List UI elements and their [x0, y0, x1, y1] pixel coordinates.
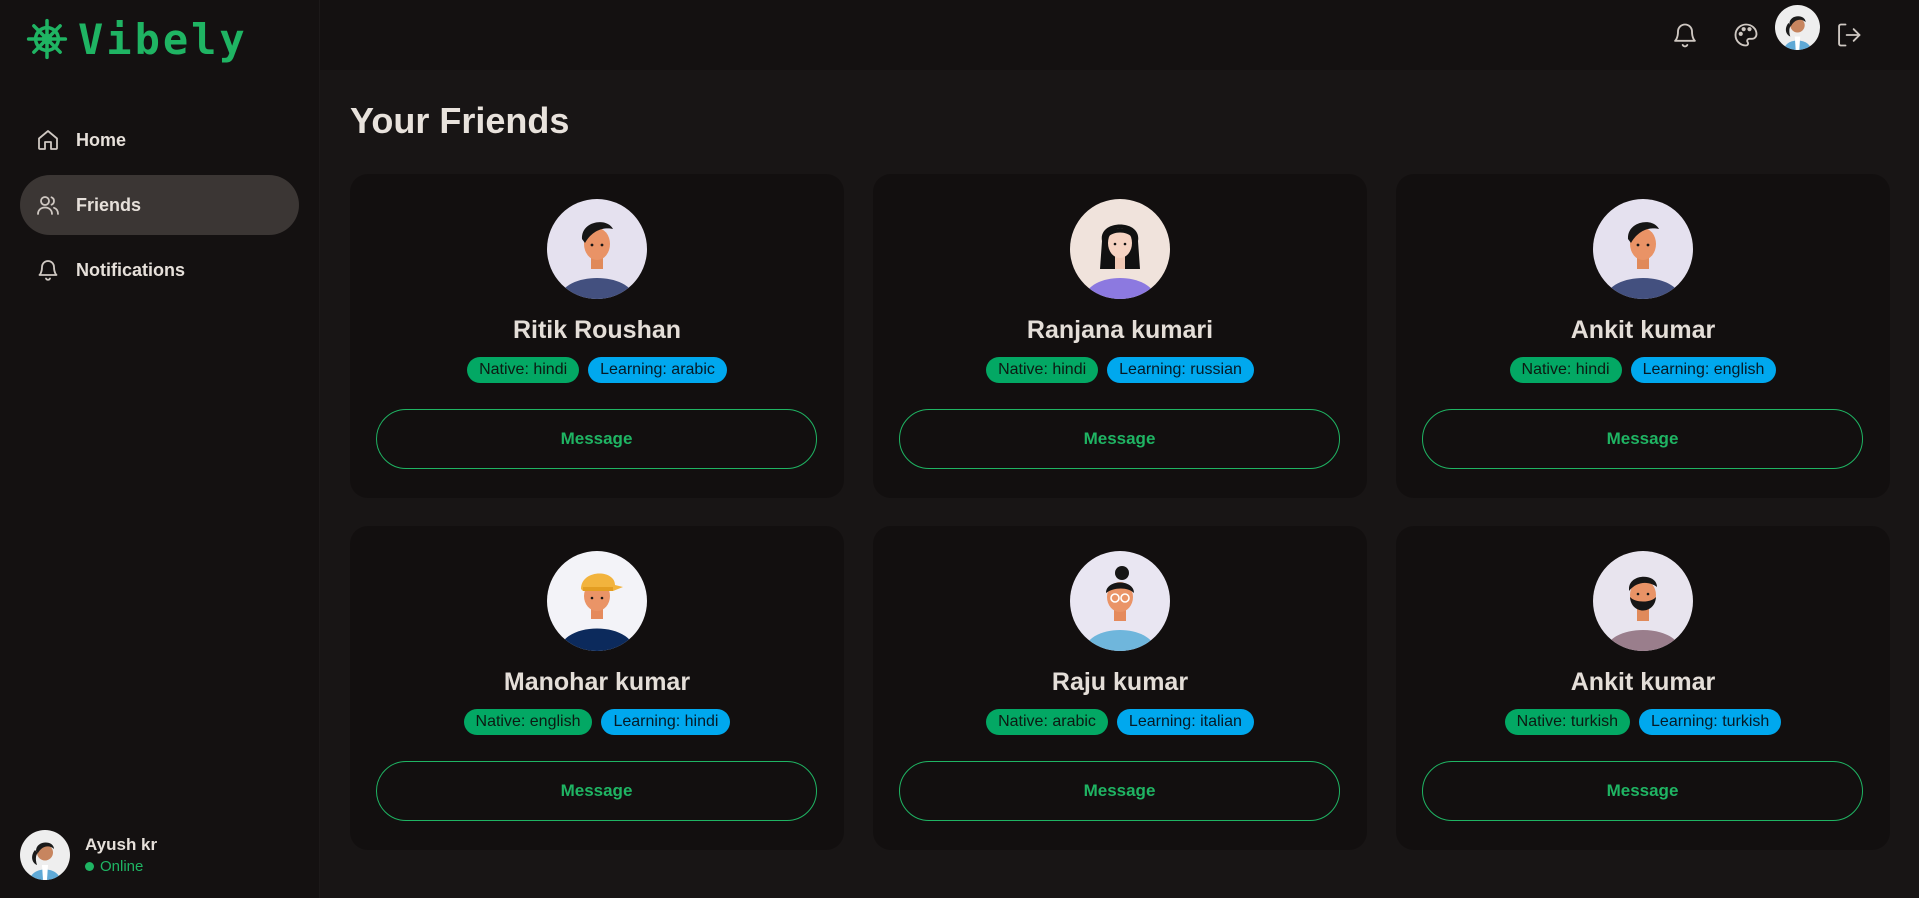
learning-language-badge: Learning: italian	[1116, 709, 1254, 735]
native-language-badge: Native: hindi	[467, 357, 580, 383]
sidebar-item-label: Home	[76, 129, 127, 150]
avatar	[1070, 199, 1170, 299]
user-name: Ayush kr	[85, 835, 158, 854]
learning-language-badge: Learning: russian	[1107, 357, 1254, 383]
native-language-badge: Native: english	[463, 709, 593, 735]
message-button[interactable]: Message	[1422, 409, 1863, 469]
learning-language-badge: Learning: arabic	[588, 357, 727, 383]
sidebar-item-home[interactable]: Home	[20, 110, 299, 170]
friend-card: Ranjana kumari Native: hindi Learning: r…	[873, 174, 1367, 498]
message-button[interactable]: Message	[1422, 761, 1863, 821]
friend-name: Ritik Roushan	[512, 316, 682, 344]
sidebar-item-label: Notifications	[76, 259, 186, 280]
learning-language-badge: Learning: english	[1630, 357, 1777, 383]
user-status-label: Online	[100, 858, 144, 875]
friends-grid: Ritik Roushan Native: hindi Learning: ar…	[350, 174, 1890, 850]
logout-button[interactable]	[1828, 14, 1870, 56]
message-button[interactable]: Message	[376, 761, 817, 821]
native-language-badge: Native: hindi	[986, 357, 1099, 383]
avatar	[547, 199, 647, 299]
language-badges: Native: turkish Learning: turkish	[1396, 709, 1890, 735]
native-language-badge: Native: arabic	[986, 709, 1108, 735]
users-icon	[37, 196, 59, 215]
friend-card: Ritik Roushan Native: hindi Learning: ar…	[350, 174, 844, 498]
palette-icon	[1734, 23, 1758, 47]
sidebar-item-notifications[interactable]: Notifications	[20, 240, 299, 300]
status-badge: Online	[85, 858, 157, 875]
bell-icon	[38, 260, 58, 281]
ship-wheel-icon	[26, 18, 68, 60]
language-badges: Native: hindi Learning: arabic	[350, 357, 844, 383]
message-button[interactable]: Message	[376, 409, 817, 469]
avatar[interactable]	[1775, 5, 1820, 50]
avatar	[1070, 551, 1170, 651]
sidebar-item-friends[interactable]: Friends	[20, 175, 299, 235]
theme-button[interactable]	[1725, 14, 1767, 56]
current-user[interactable]: Ayush kr Online	[20, 830, 157, 880]
language-badges: Native: hindi Learning: russian	[873, 357, 1367, 383]
sidebar: Vibely Home Friends Notifications Ayush …	[0, 0, 320, 898]
friend-card: Ankit kumar Native: turkish Learning: tu…	[1396, 526, 1890, 850]
native-language-badge: Native: hindi	[1509, 357, 1622, 383]
message-button[interactable]: Message	[899, 409, 1340, 469]
friend-card: Ankit kumar Native: hindi Learning: engl…	[1396, 174, 1890, 498]
language-badges: Native: arabic Learning: italian	[873, 709, 1367, 735]
friend-card: Raju kumar Native: arabic Learning: ital…	[873, 526, 1367, 850]
language-badges: Native: hindi Learning: english	[1396, 357, 1890, 383]
user-info: Ayush kr Online	[85, 835, 157, 875]
main-content: Your Friends Ritik Roushan Native: hindi…	[320, 70, 1919, 898]
native-language-badge: Native: turkish	[1504, 709, 1631, 735]
brand-name: Vibely	[78, 14, 248, 64]
logout-icon	[1838, 23, 1861, 47]
bell-icon	[1674, 23, 1696, 48]
learning-language-badge: Learning: turkish	[1639, 709, 1782, 735]
avatar	[1593, 551, 1693, 651]
sidebar-item-label: Friends	[76, 194, 142, 215]
online-dot-icon	[85, 862, 94, 871]
message-button[interactable]: Message	[899, 761, 1340, 821]
friend-name: Raju kumar	[1051, 668, 1189, 696]
app-root: Vibely Home Friends Notifications Ayush …	[0, 0, 1919, 898]
notifications-button[interactable]	[1664, 14, 1706, 56]
avatar	[547, 551, 647, 651]
friend-name: Ranjana kumari	[1026, 316, 1214, 344]
language-badges: Native: english Learning: hindi	[350, 709, 844, 735]
friend-name: Manohar kumar	[503, 668, 691, 696]
page-title: Your Friends	[350, 100, 570, 141]
home-icon	[38, 130, 58, 150]
sidebar-nav: Home Friends Notifications	[20, 110, 299, 305]
learning-language-badge: Learning: hindi	[601, 709, 731, 735]
friend-name: Ankit kumar	[1570, 316, 1716, 344]
friend-name: Ankit kumar	[1570, 668, 1716, 696]
friend-card: Manohar kumar Native: english Learning: …	[350, 526, 844, 850]
avatar	[20, 830, 70, 880]
brand-logo[interactable]: Vibely	[26, 14, 248, 64]
avatar	[1593, 199, 1693, 299]
